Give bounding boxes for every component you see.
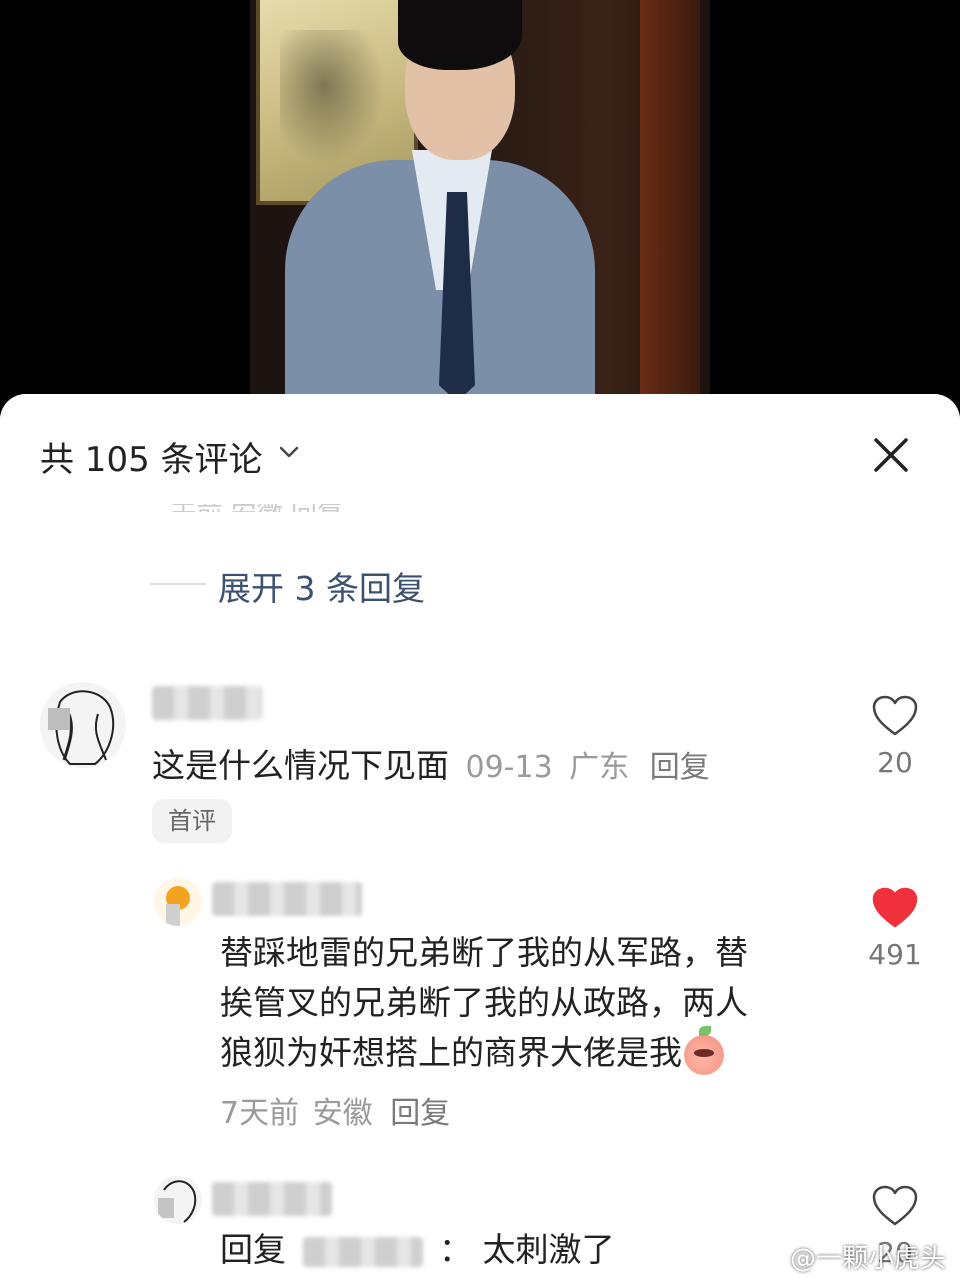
reply-text-line: 替踩地雷的兄弟断了我的从军路，替	[220, 933, 748, 972]
reply-link[interactable]: 回复	[390, 1096, 450, 1131]
reply-location: 安徽	[312, 1096, 373, 1131]
reply-prefix: 回复	[220, 1230, 286, 1269]
expand-replies-label[interactable]: 展开 3 条回复	[218, 562, 425, 610]
video-photo-area[interactable]	[0, 0, 960, 420]
like-button[interactable]: 491	[850, 886, 940, 971]
reply-link[interactable]: 回复	[650, 750, 710, 785]
weibo-watermark: @一颗小虎头	[790, 1244, 947, 1274]
reply-colon: ：	[439, 1230, 472, 1269]
reply-body: 回复 ： 太刺激了	[220, 1226, 615, 1274]
comment-date: 09-13	[465, 750, 553, 785]
username-blurred[interactable]	[212, 1182, 332, 1216]
username-blurred[interactable]	[152, 686, 262, 720]
reply-text-line-last: 狼狈为奸想搭上的商界大佬是我	[220, 1025, 840, 1078]
like-button[interactable]: 20	[850, 694, 940, 779]
heart-outline-icon[interactable]	[871, 694, 919, 738]
like-count: 20	[877, 746, 913, 779]
comment-count-title[interactable]: 共 105 条评论	[40, 432, 263, 481]
comment-sheet: 共 105 条评论 · 天前 安徽 回复 展开 3 条回复 这是什么情况下见面 …	[0, 394, 960, 1280]
username-blurred[interactable]	[212, 882, 362, 916]
reply-time: 7天前	[220, 1096, 300, 1131]
avatar-cartoon-icon	[154, 878, 202, 926]
heart-outline-icon[interactable]	[871, 1184, 919, 1228]
heart-filled-icon[interactable]	[871, 886, 919, 930]
like-count: 491	[868, 938, 922, 971]
first-comment-badge: 首评	[152, 799, 232, 843]
avatar-sketch-icon	[154, 1176, 202, 1224]
chevron-down-icon[interactable]	[278, 444, 300, 460]
avatar[interactable]	[40, 682, 126, 768]
avatar[interactable]	[154, 878, 202, 926]
close-icon[interactable]	[866, 430, 916, 480]
person-hair	[398, 0, 522, 70]
comment-text: 这是什么情况下见面	[152, 746, 449, 785]
comment-location: 广东	[569, 750, 630, 785]
avatar[interactable]	[154, 1176, 202, 1224]
sheet-header: 共 105 条评论	[0, 394, 960, 504]
reply-body: 替踩地雷的兄弟断了我的从军路，替 挨管叉的兄弟断了我的从政路，两人 狼狈为奸想搭…	[220, 928, 840, 1078]
comment-body: 这是什么情况下见面 09-13 广东 回复	[152, 742, 710, 792]
wooden-door	[640, 0, 700, 420]
reply-text-line: 挨管叉的兄弟断了我的从政路，两人	[220, 983, 748, 1022]
peach-emoji-icon	[684, 1025, 724, 1075]
avatar-sketch-icon	[40, 682, 126, 768]
reply-meta: 7天前 安徽 回复	[220, 1090, 450, 1138]
mention-blurred[interactable]	[302, 1236, 423, 1267]
reply-text-line: 狼狈为奸想搭上的商界大佬是我	[220, 1033, 682, 1072]
reply-text: 太刺激了	[482, 1230, 615, 1269]
expand-divider	[150, 583, 206, 585]
